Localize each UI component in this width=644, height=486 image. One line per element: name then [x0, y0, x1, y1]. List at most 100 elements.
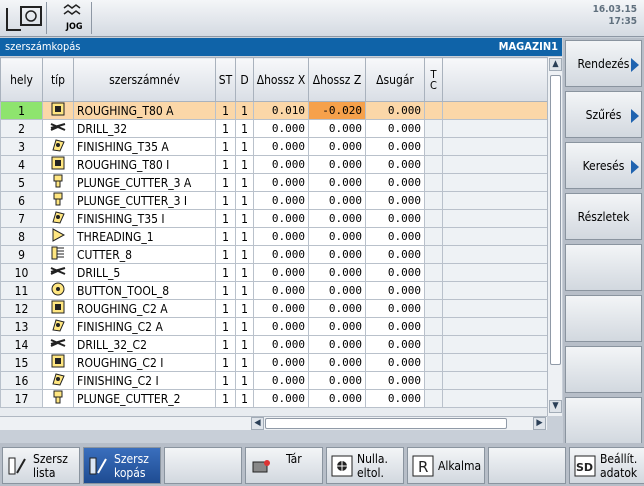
delta-r-cell[interactable]: 0.000	[365, 317, 425, 336]
table-row[interactable]: 1 ROUGHING_T80 A 1 1 0.010 -0.020 0.000	[0, 101, 547, 120]
delta-r-cell[interactable]: 0.000	[365, 281, 425, 300]
delta-r-cell[interactable]: 0.000	[365, 101, 425, 120]
delta-z-cell[interactable]: 0.000	[308, 389, 366, 408]
delta-z-cell[interactable]: 0.000	[308, 263, 366, 282]
softkey-bottom-3[interactable]	[164, 447, 242, 484]
softkey-bottom-1[interactable]: Szersz lista	[2, 447, 80, 484]
delta-r-cell[interactable]: 0.000	[365, 299, 425, 318]
scroll-left-icon[interactable]: ◀	[251, 417, 264, 430]
scroll-up-icon[interactable]: ▲	[549, 58, 562, 71]
table-row[interactable]: 15 ROUGHING_C2 I 1 1 0.000 0.000 0.000	[0, 353, 547, 372]
softkey-right-4[interactable]: Részletek	[565, 193, 642, 240]
delta-r-cell[interactable]: 0.000	[365, 245, 425, 264]
delta-r-cell[interactable]: 0.000	[365, 119, 425, 138]
delta-z-cell[interactable]: 0.000	[308, 173, 366, 192]
delta-x-cell[interactable]: 0.000	[253, 263, 309, 282]
delta-z-cell[interactable]: 0.000	[308, 155, 366, 174]
delta-r-cell[interactable]: 0.000	[365, 209, 425, 228]
delta-x-cell[interactable]: 0.000	[253, 155, 309, 174]
softkey-bottom-4[interactable]: Tár	[245, 447, 323, 484]
col-delta-r[interactable]: Δsugár	[365, 57, 425, 102]
col-tip[interactable]: típ	[42, 57, 74, 102]
delta-z-cell[interactable]: 0.000	[308, 353, 366, 372]
horizontal-scroll-thumb[interactable]	[265, 418, 507, 429]
scroll-right-icon[interactable]: ▶	[533, 417, 546, 430]
delta-r-cell[interactable]: 0.000	[365, 155, 425, 174]
softkey-right-8[interactable]	[565, 397, 642, 444]
table-row[interactable]: 6 PLUNGE_CUTTER_3 I 1 1 0.000 0.000 0.000	[0, 191, 547, 210]
softkey-right-6[interactable]	[565, 295, 642, 342]
delta-z-cell[interactable]: 0.000	[308, 209, 366, 228]
delta-x-cell[interactable]: 0.000	[253, 227, 309, 246]
delta-x-cell[interactable]: 0.000	[253, 389, 309, 408]
delta-x-cell[interactable]: 0.000	[253, 371, 309, 390]
delta-z-cell[interactable]: 0.000	[308, 317, 366, 336]
delta-z-cell[interactable]: 0.000	[308, 299, 366, 318]
softkey-right-7[interactable]	[565, 346, 642, 393]
delta-z-cell[interactable]: 0.000	[308, 335, 366, 354]
delta-x-cell[interactable]: 0.000	[253, 209, 309, 228]
delta-z-cell[interactable]: -0.020	[308, 101, 366, 120]
delta-x-cell[interactable]: 0.000	[253, 299, 309, 318]
delta-x-cell[interactable]: 0.000	[253, 137, 309, 156]
delta-z-cell[interactable]: 0.000	[308, 371, 366, 390]
delta-x-cell[interactable]: 0.000	[253, 281, 309, 300]
delta-z-cell[interactable]: 0.000	[308, 227, 366, 246]
softkey-right-5[interactable]	[565, 244, 642, 291]
delta-r-cell[interactable]: 0.000	[365, 173, 425, 192]
delta-x-cell[interactable]: 0.000	[253, 245, 309, 264]
col-st[interactable]: ST	[215, 57, 236, 102]
table-row[interactable]: 3 FINISHING_T35 A 1 1 0.000 0.000 0.000	[0, 137, 547, 156]
delta-x-cell[interactable]: 0.000	[253, 173, 309, 192]
table-row[interactable]: 4 ROUGHING_T80 I 1 1 0.000 0.000 0.000	[0, 155, 547, 174]
table-row[interactable]: 7 FINISHING_T35 I 1 1 0.000 0.000 0.000	[0, 209, 547, 228]
delta-x-cell[interactable]: 0.000	[253, 335, 309, 354]
softkey-right-1[interactable]: Rendezés	[565, 40, 642, 87]
vertical-scroll-thumb[interactable]	[550, 75, 561, 365]
table-row[interactable]: 13 FINISHING_C2 A 1 1 0.000 0.000 0.000	[0, 317, 547, 336]
horizontal-scrollbar[interactable]: ◀ ▶	[0, 416, 547, 430]
softkey-bottom-5[interactable]: Nulla. eltol.	[326, 447, 404, 484]
delta-x-cell[interactable]: 0.000	[253, 317, 309, 336]
col-d[interactable]: D	[235, 57, 254, 102]
table-row[interactable]: 14 DRILL_32_C2 1 1 0.000 0.000 0.000	[0, 335, 547, 354]
delta-r-cell[interactable]: 0.000	[365, 137, 425, 156]
col-delta-x[interactable]: Δhossz X	[253, 57, 309, 102]
table-row[interactable]: 10 DRILL_5 1 1 0.000 0.000 0.000	[0, 263, 547, 282]
delta-x-cell[interactable]: 0.010	[253, 101, 309, 120]
delta-x-cell[interactable]: 0.000	[253, 191, 309, 210]
softkey-bottom-6[interactable]: R Alkalma	[407, 447, 485, 484]
table-row[interactable]: 12 ROUGHING_C2 A 1 1 0.000 0.000 0.000	[0, 299, 547, 318]
delta-r-cell[interactable]: 0.000	[365, 227, 425, 246]
table-row[interactable]: 16 FINISHING_C2 I 1 1 0.000 0.000 0.000	[0, 371, 547, 390]
table-row[interactable]: 11 BUTTON_TOOL_8 1 1 0.000 0.000 0.000	[0, 281, 547, 300]
softkey-bottom-7[interactable]	[488, 447, 566, 484]
delta-r-cell[interactable]: 0.000	[365, 353, 425, 372]
scroll-down-icon[interactable]: ▼	[549, 400, 562, 413]
delta-z-cell[interactable]: 0.000	[308, 119, 366, 138]
delta-r-cell[interactable]: 0.000	[365, 389, 425, 408]
delta-x-cell[interactable]: 0.000	[253, 119, 309, 138]
delta-r-cell[interactable]: 0.000	[365, 191, 425, 210]
delta-z-cell[interactable]: 0.000	[308, 191, 366, 210]
table-row[interactable]: 8 THREADING_1 1 1 0.000 0.000 0.000	[0, 227, 547, 246]
col-name[interactable]: szerszámnév	[73, 57, 216, 102]
softkey-right-2[interactable]: Szűrés	[565, 91, 642, 138]
vertical-scrollbar[interactable]: ▲ ▼	[547, 57, 562, 416]
col-tc[interactable]: T C	[424, 57, 443, 102]
delta-r-cell[interactable]: 0.000	[365, 335, 425, 354]
delta-z-cell[interactable]: 0.000	[308, 245, 366, 264]
delta-x-cell[interactable]: 0.000	[253, 353, 309, 372]
col-delta-z[interactable]: Δhossz Z	[308, 57, 366, 102]
softkey-right-3[interactable]: Keresés	[565, 142, 642, 189]
softkey-bottom-8[interactable]: SD Beállít. adatok	[569, 447, 644, 484]
table-row[interactable]: 5 PLUNGE_CUTTER_3 A 1 1 0.000 0.000 0.000	[0, 173, 547, 192]
delta-r-cell[interactable]: 0.000	[365, 371, 425, 390]
softkey-bottom-2[interactable]: Szersz kopás	[83, 447, 161, 484]
delta-z-cell[interactable]: 0.000	[308, 137, 366, 156]
delta-r-cell[interactable]: 0.000	[365, 263, 425, 282]
table-row[interactable]: 17 PLUNGE_CUTTER_2 1 1 0.000 0.000 0.000	[0, 389, 547, 408]
table-row[interactable]: 2 DRILL_32 1 1 0.000 0.000 0.000	[0, 119, 547, 138]
col-hely[interactable]: hely	[0, 57, 43, 102]
table-row[interactable]: 9 CUTTER_8 1 1 0.000 0.000 0.000	[0, 245, 547, 264]
